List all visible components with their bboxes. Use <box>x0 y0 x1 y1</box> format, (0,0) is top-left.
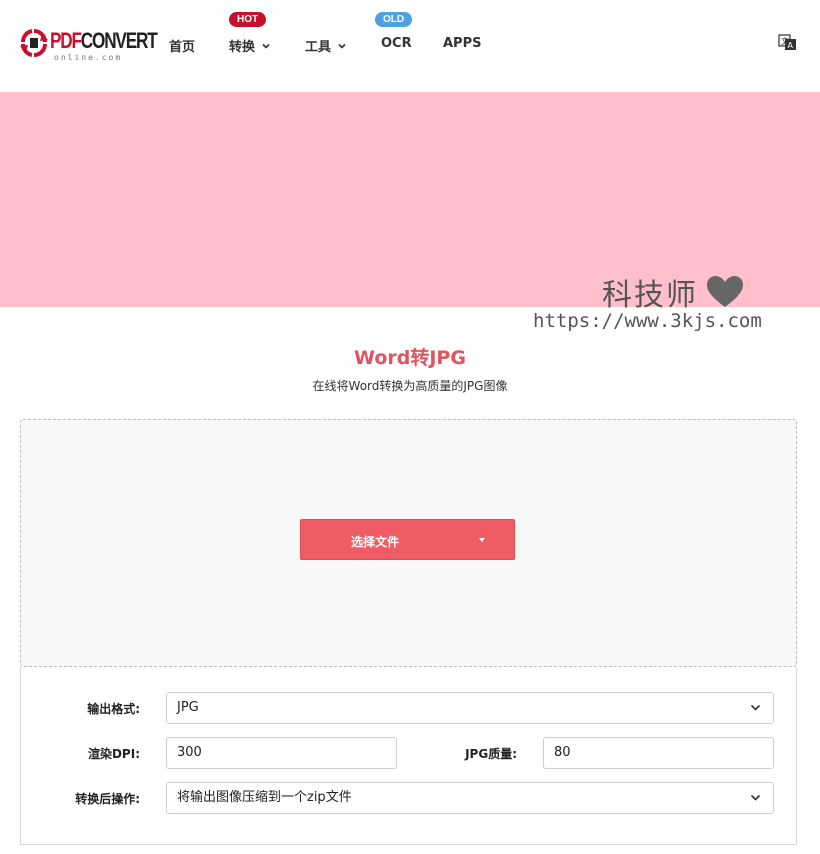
logo-arrows-icon <box>20 29 48 57</box>
chevron-down-icon <box>338 43 346 49</box>
jpg-quality-input[interactable]: 80 <box>543 737 774 769</box>
watermark-url: https://www.3kjs.com <box>533 310 762 332</box>
watermark-title: 科技师 <box>602 270 744 314</box>
post-action-value: 将输出图像压缩到一个zip文件 <box>177 790 352 805</box>
nav-convert[interactable]: 转换 <box>229 36 271 55</box>
nav-ocr-label: OCR <box>381 36 412 51</box>
render-dpi-value: 300 <box>177 745 202 760</box>
nav-home-label: 首页 <box>169 40 196 55</box>
old-badge: OLD <box>375 12 413 27</box>
nav-convert-label: 转换 <box>229 40 256 55</box>
site-logo[interactable]: PDFCONVERT online.com <box>20 26 158 66</box>
logo-subtext: online.com <box>54 53 123 62</box>
render-dpi-label: 渲染DPI: <box>87 747 140 761</box>
jpg-quality-label: JPG质量: <box>465 747 517 761</box>
nav-tools[interactable]: 工具 <box>305 36 347 55</box>
svg-text:A: A <box>788 41 794 50</box>
heart-icon <box>707 276 743 307</box>
output-format-value: JPG <box>177 700 199 715</box>
header: PDFCONVERT online.com 首页 HOT 转换 工具 OLD O… <box>0 0 820 92</box>
translate-icon[interactable]: 文 A <box>778 33 797 52</box>
caret-down-icon <box>479 538 485 542</box>
nav-home[interactable]: 首页 <box>169 36 195 55</box>
nav-tools-label: 工具 <box>305 40 332 55</box>
render-dpi-input[interactable]: 300 <box>166 737 397 769</box>
watermark-title-text: 科技师 <box>602 278 698 313</box>
post-action-select[interactable]: 将输出图像压缩到一个zip文件 <box>166 782 774 814</box>
output-format-label: 输出格式: <box>87 702 140 716</box>
output-format-select[interactable]: JPG <box>166 692 774 724</box>
chevron-down-icon <box>750 704 761 711</box>
page-title: Word转JPG <box>354 347 466 369</box>
page-subtitle: 在线将Word转换为高质量的JPG图像 <box>312 379 508 393</box>
post-action-label: 转换后操作: <box>75 792 140 806</box>
hot-badge: HOT <box>229 12 267 27</box>
chevron-down-icon <box>262 43 270 49</box>
choose-file-label: 选择文件 <box>351 535 400 549</box>
nav-apps[interactable]: APPS <box>443 36 481 51</box>
jpg-quality-value: 80 <box>554 745 571 760</box>
nav-apps-label: APPS <box>443 36 482 51</box>
choose-file-button[interactable]: 选择文件 <box>300 519 515 560</box>
chevron-down-icon <box>750 794 761 801</box>
logo-wordmark: PDFCONVERT <box>50 28 158 53</box>
nav-ocr[interactable]: OCR <box>381 36 412 51</box>
